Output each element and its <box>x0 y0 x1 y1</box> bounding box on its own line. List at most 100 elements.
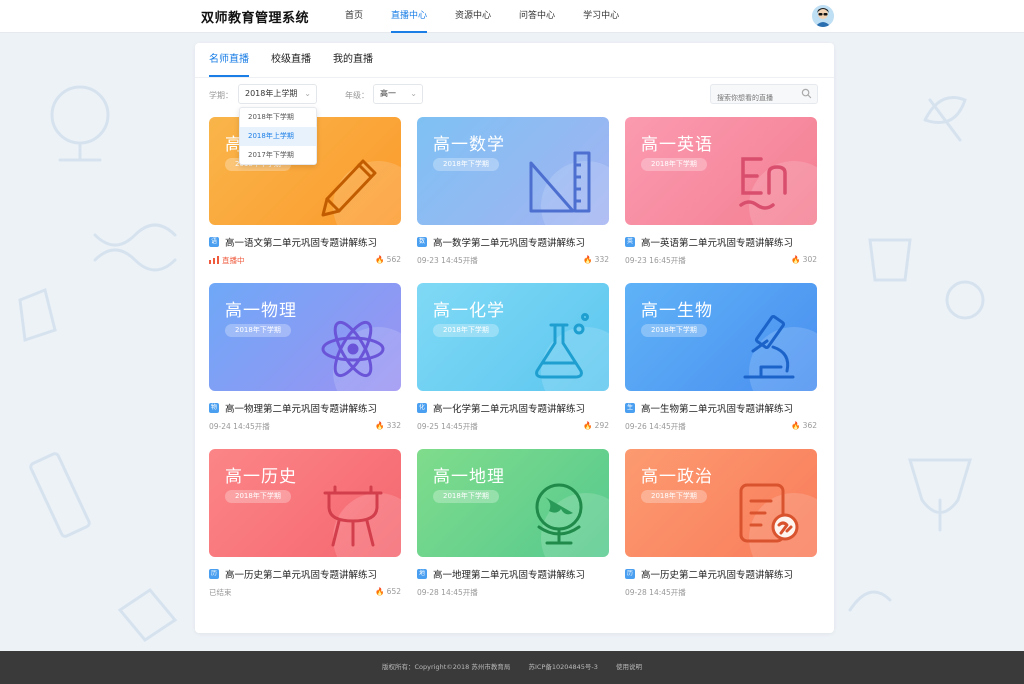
main-nav: 首页 直播中心 资源中心 问答中心 学习中心 <box>345 0 647 33</box>
cover-term-badge: 2018年下学期 <box>433 324 499 337</box>
heat-value: 332 <box>386 421 401 430</box>
cover-subject-title: 高一英语 <box>641 135 713 155</box>
live-schedule: 09-24 14:45开播 <box>209 422 270 431</box>
search-icon[interactable] <box>801 88 812 99</box>
live-card-title[interactable]: 数高一数学第二单元巩固专题讲解练习 <box>417 235 609 249</box>
live-card-meta: 直播中 🔥 562 <box>209 255 401 267</box>
live-card-title[interactable]: 语高一语文第二单元巩固专题讲解练习 <box>209 235 401 249</box>
nav-home[interactable]: 首页 <box>345 0 363 33</box>
heat-value: 652 <box>386 587 401 596</box>
live-type-tabs: 名师直播 校级直播 我的直播 <box>209 43 395 77</box>
live-card-title-text: 高一语文第二单元巩固专题讲解练习 <box>225 238 378 249</box>
top-navigation-bar: 双师教育管理系统 首页 直播中心 资源中心 问答中心 学习中心 <box>0 0 1024 33</box>
live-card-meta: 09-26 14:45开播 🔥 362 <box>625 421 817 433</box>
fire-icon: 🔥 <box>375 587 385 596</box>
live-card-title-text: 高一数学第二单元巩固专题讲解练习 <box>433 238 586 249</box>
live-card[interactable]: 高一物理 2018年下学期物高一物理第二单元巩固专题讲解练习 09-24 14:45… <box>209 283 401 433</box>
live-card-title[interactable]: 生高一生物第二单元巩固专题讲解练习 <box>625 401 817 415</box>
footer-help-link[interactable]: 使用说明 <box>616 663 642 671</box>
fire-icon: 🔥 <box>791 255 801 264</box>
live-card-cover[interactable]: 高一政治 2018年下学期 <box>625 449 817 557</box>
live-card-title-text: 高一历史第二单元巩固专题讲解练习 <box>641 570 794 581</box>
live-card[interactable]: 高一地理 2018年下学期地高一地理第二单元巩固专题讲解练习 09-28 14:45… <box>417 449 609 599</box>
cover-term-badge: 2018年下学期 <box>225 490 291 503</box>
nav-resource-center[interactable]: 资源中心 <box>455 0 491 33</box>
live-card-title[interactable]: 历高一历史第二单元巩固专题讲解练习 <box>209 567 401 581</box>
tab-famous-teacher-live[interactable]: 名师直播 <box>209 43 249 77</box>
fire-icon: 🔥 <box>375 421 385 430</box>
cover-term-badge: 2018年下学期 <box>641 490 707 503</box>
en-icon <box>739 157 787 210</box>
live-card-title-text: 高一生物第二单元巩固专题讲解练习 <box>641 404 794 415</box>
live-schedule: 已结束 <box>209 588 232 597</box>
microscope-icon <box>743 314 795 379</box>
term-filter-label: 学期： <box>209 91 233 100</box>
live-card[interactable]: 高一政治 2018年下学期历高一历史第二单元巩固专题讲解练习 09-28 14:45… <box>625 449 817 599</box>
heat-value: 362 <box>802 421 817 430</box>
live-card-title[interactable]: 地高一地理第二单元巩固专题讲解练习 <box>417 567 609 581</box>
term-option[interactable]: 2018年下学期 <box>240 108 316 127</box>
live-card-title-text: 高一历史第二单元巩固专题讲解练习 <box>225 570 378 581</box>
live-card-cover[interactable]: 高一化学 2018年下学期 <box>417 283 609 391</box>
heat-count: 🔥 302 <box>791 255 817 264</box>
live-card-title-text: 高一化学第二单元巩固专题讲解练习 <box>433 404 586 415</box>
subject-tag-icon: 历 <box>625 569 635 579</box>
tab-divider <box>195 77 834 78</box>
term-select-value: 2018年上学期 <box>245 89 298 98</box>
live-schedule: 09-28 14:45开播 <box>417 588 478 597</box>
subject-tag-icon: 英 <box>625 237 635 247</box>
footer-icp[interactable]: 苏ICP备10204845号-3 <box>528 663 597 671</box>
live-card[interactable]: 高一英语 2018年下学期英高一英语第二单元巩固专题讲解练习 09-23 16:45… <box>625 117 817 267</box>
live-card-cover[interactable]: 高一英语 2018年下学期 <box>625 117 817 225</box>
subject-tag-icon: 化 <box>417 403 427 413</box>
live-card[interactable]: 高一历史 2018年下学期历高一历史第二单元巩固专题讲解练习已结束 🔥 652 <box>209 449 401 599</box>
live-card-cover[interactable]: 高一物理 2018年下学期 <box>209 283 401 391</box>
live-card[interactable]: 高一数学 2018年下学期数高一数学第二单元巩固专题讲解练习 09-23 14:45… <box>417 117 609 267</box>
live-card[interactable]: 高一化学 2018年下学期化高一化学第二单元巩固专题讲解练习 09-25 14:45… <box>417 283 609 433</box>
avatar-image <box>812 5 834 27</box>
ruler-icon <box>529 151 591 213</box>
cover-subject-title: 高一物理 <box>225 301 297 321</box>
subject-tag-icon: 物 <box>209 403 219 413</box>
grade-select[interactable]: 高一 ⌄ <box>373 84 423 104</box>
term-option[interactable]: 2017年下学期 <box>240 146 316 165</box>
live-card-title[interactable]: 物高一物理第二单元巩固专题讲解练习 <box>209 401 401 415</box>
heat-count: 🔥 652 <box>375 587 401 596</box>
live-schedule: 09-28 14:45开播 <box>625 588 686 597</box>
heat-value: 332 <box>594 255 609 264</box>
live-card-title[interactable]: 历高一历史第二单元巩固专题讲解练习 <box>625 567 817 581</box>
heat-count: 🔥 332 <box>375 421 401 430</box>
cover-term-badge: 2018年下学期 <box>641 158 707 171</box>
live-card-cover[interactable]: 高一历史 2018年下学期 <box>209 449 401 557</box>
cover-term-badge: 2018年下学期 <box>225 324 291 337</box>
live-card-title[interactable]: 化高一化学第二单元巩固专题讲解练习 <box>417 401 609 415</box>
fire-icon: 🔥 <box>583 255 593 264</box>
term-option-selected[interactable]: 2018年上学期 <box>240 127 316 146</box>
live-card-cover[interactable]: 高一数学 2018年下学期 <box>417 117 609 225</box>
nav-qa-center[interactable]: 问答中心 <box>519 0 555 33</box>
app-title: 双师教育管理系统 <box>201 11 310 26</box>
nav-learning-center[interactable]: 学习中心 <box>583 0 619 33</box>
subject-tag-icon: 地 <box>417 569 427 579</box>
heat-count: 🔥 362 <box>791 421 817 430</box>
live-card[interactable]: 高一生物 2018年下学期生高一生物第二单元巩固专题讲解练习 09-26 14:45… <box>625 283 817 433</box>
subject-tag-icon: 历 <box>209 569 219 579</box>
live-card-meta: 已结束 🔥 652 <box>209 587 401 599</box>
tab-my-live[interactable]: 我的直播 <box>333 43 373 77</box>
live-card-title[interactable]: 英高一英语第二单元巩固专题讲解练习 <box>625 235 817 249</box>
live-card-cover[interactable]: 高一地理 2018年下学期 <box>417 449 609 557</box>
cover-subject-title: 高一历史 <box>225 467 297 487</box>
heat-count: 🔥 562 <box>375 255 401 264</box>
live-list-panel: 名师直播 校级直播 我的直播 学期： 2018年上学期 ⌄ 年级： 高一 ⌄ 2… <box>195 43 834 633</box>
nav-live-center[interactable]: 直播中心 <box>391 0 428 33</box>
subject-tag-icon: 生 <box>625 403 635 413</box>
live-schedule: 09-23 14:45开播 <box>417 256 478 265</box>
tab-school-live[interactable]: 校级直播 <box>271 43 311 77</box>
live-card-title-text: 高一地理第二单元巩固专题讲解练习 <box>433 570 586 581</box>
flask-icon <box>535 313 589 379</box>
search-input[interactable] <box>711 89 799 107</box>
live-card-cover[interactable]: 高一生物 2018年下学期 <box>625 283 817 391</box>
footer-copyright: 版权所有：Copyright©2018 苏州市教育局 <box>382 663 511 671</box>
term-select[interactable]: 2018年上学期 ⌄ <box>238 84 317 104</box>
user-avatar[interactable] <box>812 5 834 27</box>
